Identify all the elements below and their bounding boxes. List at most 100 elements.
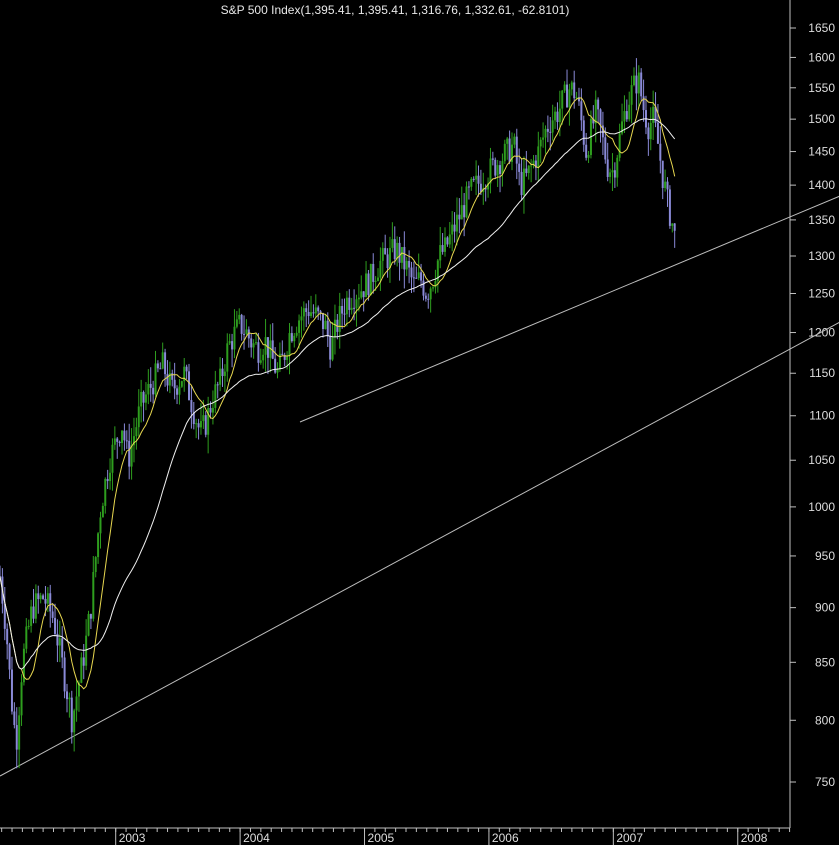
price-bar-body	[587, 155, 590, 158]
price-bar-body	[152, 387, 155, 395]
price-bar-body	[673, 223, 676, 231]
price-bar-body	[527, 165, 530, 174]
y-tick-label: 1600	[808, 50, 835, 64]
y-tick-label: 1500	[808, 112, 835, 126]
price-bar-body	[68, 697, 71, 700]
price-bar-body	[525, 168, 528, 174]
price-bar-body	[453, 224, 456, 232]
price-bar-body	[101, 505, 104, 518]
price-bar-body	[87, 614, 90, 636]
price-bar-body	[82, 657, 85, 666]
price-bar-body	[630, 85, 633, 105]
short-moving-average	[0, 97, 676, 690]
price-bar-body	[444, 237, 447, 252]
price-bar-body	[223, 371, 226, 377]
y-tick-label: 750	[815, 775, 835, 789]
price-bar-body	[123, 430, 126, 441]
price-bar-body	[245, 329, 248, 335]
price-bar-body	[80, 657, 83, 683]
price-bar-body	[27, 625, 30, 627]
price-bar-body	[233, 326, 236, 350]
price-bar-body	[243, 333, 246, 335]
price-bar-body	[329, 336, 332, 360]
price-bar-body	[506, 138, 509, 144]
y-tick-label: 1250	[808, 286, 835, 300]
price-bar-body	[635, 75, 638, 94]
price-bar-body	[116, 438, 119, 442]
price-bar-body	[369, 263, 372, 296]
price-bar-body	[221, 368, 224, 377]
x-tick-label: 2008	[741, 831, 768, 845]
price-bar-body	[331, 336, 334, 360]
price-bar-body	[455, 214, 458, 232]
price-bar-body	[281, 353, 284, 356]
price-bar-body	[262, 354, 265, 361]
price-bar-body	[611, 170, 614, 173]
price-bar-body	[470, 178, 473, 187]
price-bar-body	[142, 391, 145, 403]
price-bar-body	[211, 407, 214, 413]
price-bar-body	[661, 160, 664, 189]
price-bar-body	[290, 333, 293, 342]
y-tick-label: 1350	[808, 213, 835, 227]
price-bar-body	[137, 406, 140, 428]
price-bar-body	[362, 291, 365, 298]
lower-trendline	[0, 321, 839, 777]
price-bar-body	[508, 138, 511, 162]
price-bar-body	[111, 444, 114, 473]
price-bar-body	[563, 84, 566, 91]
price-bar-body	[613, 170, 616, 178]
price-bar-body	[89, 614, 92, 619]
price-bar-body	[197, 423, 200, 428]
price-bar-body	[166, 374, 169, 386]
price-bar-body	[171, 373, 174, 380]
price-bar-body	[154, 363, 157, 395]
price-bar-body	[295, 332, 298, 336]
price-bar-body	[537, 146, 540, 168]
price-bar-body	[156, 363, 159, 369]
price-bar-body	[640, 72, 643, 97]
price-bar-body	[628, 104, 631, 120]
price-bar-body	[410, 267, 413, 278]
price-bar-body	[58, 638, 61, 646]
price-bar-body	[99, 517, 102, 534]
price-bar-body	[254, 342, 257, 344]
price-bar-body	[61, 638, 64, 658]
price-bar-body	[226, 343, 229, 372]
price-bar-body	[97, 533, 100, 558]
price-bar-body	[539, 139, 542, 147]
price-bar-body	[300, 316, 303, 321]
price-bar-body	[400, 247, 403, 263]
price-bar-body	[8, 644, 11, 670]
y-tick-label: 1400	[808, 178, 835, 192]
price-bar-body	[542, 137, 545, 140]
price-bar-body	[549, 131, 552, 133]
price-bar-body	[381, 248, 384, 261]
upper-trendline	[299, 195, 839, 423]
price-bar-body	[384, 248, 387, 255]
price-bar-body	[176, 388, 179, 395]
price-bar-body	[286, 356, 289, 360]
price-bar-body	[259, 360, 262, 363]
price-bar-body	[386, 254, 389, 269]
price-bar-body	[121, 430, 124, 444]
price-bar-body	[429, 288, 432, 300]
price-bar-body	[546, 128, 549, 132]
price-bar-body	[633, 75, 636, 86]
price-bar-body	[530, 165, 533, 167]
price-bar-body	[317, 307, 320, 312]
price-bar-body	[164, 352, 167, 375]
price-bar-body	[367, 273, 370, 296]
price-bar-body	[109, 472, 112, 482]
y-tick-label: 1000	[808, 500, 835, 514]
price-bar-body	[32, 606, 35, 619]
price-bar-body	[616, 157, 619, 178]
price-bar-body	[374, 280, 377, 282]
price-bar-body	[647, 127, 650, 140]
price-bar-body	[422, 280, 425, 296]
price-bar-body	[446, 237, 449, 245]
x-tick-label: 2006	[492, 831, 519, 845]
price-bar-body	[451, 224, 454, 235]
price-bar-body	[618, 133, 621, 158]
price-bar-body	[599, 109, 602, 126]
